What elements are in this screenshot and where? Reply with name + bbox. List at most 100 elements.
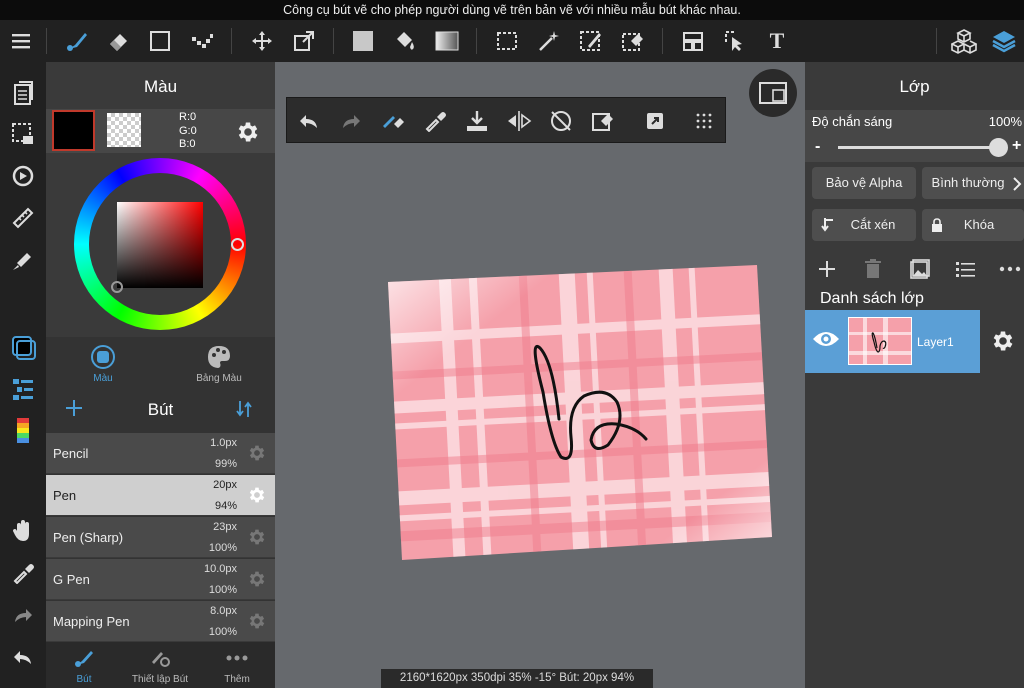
select-eraser-icon[interactable] [616, 24, 650, 58]
brush-size: 20px [213, 479, 237, 491]
protect-alpha-button[interactable]: Bảo vệ Alpha [812, 167, 916, 199]
eyedropper-icon[interactable] [4, 554, 42, 592]
sort-brush-icon[interactable] [235, 399, 253, 419]
brush-settings-icon[interactable] [247, 485, 267, 505]
brush-size: 10.0px [203, 563, 237, 575]
reset-rotation-icon[interactable] [544, 104, 578, 138]
tab-palette[interactable]: Bảng Màu [179, 344, 259, 384]
grid-menu-icon[interactable] [687, 104, 721, 138]
page-icon[interactable] [4, 74, 42, 112]
fill-color-icon[interactable] [346, 24, 380, 58]
top-toolbar: T [0, 20, 1024, 62]
operation-tool-icon[interactable] [718, 24, 752, 58]
more-icon [226, 655, 248, 661]
background-color-swatch[interactable] [107, 113, 141, 147]
share-icon[interactable] [638, 104, 672, 138]
eyedropper-icon[interactable] [418, 104, 452, 138]
brush-settings-icon[interactable] [247, 443, 267, 463]
tab-color[interactable]: Màu [66, 344, 140, 384]
materials-icon[interactable] [947, 24, 981, 58]
magic-wand-icon[interactable] [532, 24, 566, 58]
foreground-color-swatch[interactable] [52, 110, 95, 151]
frame-tool-icon[interactable] [676, 24, 710, 58]
brush-settings-icon[interactable] [247, 611, 267, 631]
lock-button[interactable]: Khóa [922, 209, 1024, 241]
shape-tool-icon[interactable] [143, 24, 177, 58]
color-palette-icon[interactable] [4, 412, 42, 450]
color-panel-title: Màu [143, 77, 178, 96]
ruler-icon[interactable] [4, 199, 42, 237]
brush-settings-icon[interactable] [247, 569, 267, 589]
drawing-canvas[interactable] [276, 62, 804, 688]
redo-icon[interactable] [4, 596, 42, 634]
brush-opacity: 100% [208, 584, 237, 596]
opacity-plus-button[interactable]: + [1012, 137, 1021, 155]
clear-icon[interactable] [586, 104, 620, 138]
brush-item-pencil[interactable]: Pencil 1.0px 99% [46, 433, 275, 474]
clipping-button[interactable]: Cắt xén [812, 209, 916, 241]
layers-icon[interactable] [987, 24, 1021, 58]
hue-handle[interactable] [231, 238, 244, 251]
color-settings-icon[interactable] [235, 119, 261, 145]
brush-eraser-toggle-icon[interactable] [376, 104, 410, 138]
color-panel: Màu R:0 G:0 B:0 Màu Bảng Màu [46, 62, 275, 385]
delete-layer-icon[interactable] [865, 259, 881, 279]
tab-more[interactable]: Thêm [199, 648, 275, 685]
brush-list-icon[interactable] [4, 370, 42, 408]
brush-settings-icon[interactable] [247, 527, 267, 547]
brush-name: Mapping Pen [53, 614, 130, 629]
opacity-minus-button[interactable]: - [815, 138, 820, 156]
menu-icon[interactable] [4, 24, 38, 58]
brush-tool-icon[interactable] [60, 24, 94, 58]
brush-item-mapping-pen[interactable]: Mapping Pen 8.0px 100% [46, 601, 275, 642]
select-tool-icon[interactable] [490, 24, 524, 58]
transform-tool-icon[interactable] [287, 24, 321, 58]
select-pen-icon[interactable] [574, 24, 608, 58]
brush-item-pen-sharp[interactable]: Pen (Sharp) 23px 100% [46, 517, 275, 558]
rotate-view-icon[interactable] [4, 157, 42, 195]
dot-tool-icon[interactable] [185, 24, 219, 58]
flip-horizontal-icon[interactable] [502, 104, 536, 138]
opacity-slider-track[interactable] [838, 146, 998, 149]
color-handle[interactable] [111, 281, 123, 293]
opacity-slider-knob[interactable] [989, 138, 1008, 157]
floating-toolbar [286, 97, 726, 143]
hand-icon[interactable] [4, 512, 42, 550]
add-layer-icon[interactable] [817, 259, 837, 279]
fill-pen-icon[interactable] [4, 241, 42, 279]
blend-mode-button[interactable]: Bình thường [922, 167, 1024, 199]
brush-item-g-pen[interactable]: G Pen 10.0px 100% [46, 559, 275, 600]
bucket-tool-icon[interactable] [388, 24, 422, 58]
clipping-label: Cắt xén [850, 217, 896, 232]
tab-brush[interactable]: Bút [46, 648, 122, 685]
tab-brush-settings-label: Thiết lập Bút [131, 674, 189, 685]
layer-item[interactable]: Layer1 [805, 310, 980, 373]
more-icon[interactable] [999, 260, 1021, 278]
rgb-b: B:0 [179, 138, 196, 150]
visibility-eye-icon[interactable] [812, 329, 840, 349]
status-bar: 2160*1620px 350dpi 35% -15° Bút: 20px 94… [381, 669, 653, 688]
tab-brush-label: Bút [76, 674, 92, 685]
brush-item-pen[interactable]: Pen 20px 94% [46, 475, 275, 516]
text-tool-icon[interactable]: T [760, 24, 794, 58]
layer-panel-title: Lớp [899, 77, 930, 96]
color-swatch-icon[interactable] [4, 328, 42, 366]
gradient-tool-icon[interactable] [430, 24, 464, 58]
tab-brush-settings[interactable]: Thiết lập Bút [122, 648, 198, 685]
eraser-tool-icon[interactable] [101, 24, 135, 58]
canvas-area[interactable] [276, 62, 804, 688]
save-download-icon[interactable] [460, 104, 494, 138]
canvas-view-button[interactable] [749, 69, 797, 117]
layer-settings-button[interactable] [981, 310, 1024, 373]
palette-icon [208, 346, 230, 368]
brush-name: Pen [53, 488, 77, 503]
redo-icon[interactable] [334, 104, 368, 138]
import-image-icon[interactable] [910, 259, 930, 279]
layer-settings-icon [990, 328, 1016, 354]
undo-icon[interactable] [4, 638, 42, 676]
move-tool-icon[interactable] [245, 24, 279, 58]
saturation-value-square[interactable] [117, 202, 203, 288]
layer-list-icon[interactable] [956, 260, 976, 278]
undo-icon[interactable] [292, 104, 326, 138]
selection-icon[interactable] [4, 115, 42, 153]
